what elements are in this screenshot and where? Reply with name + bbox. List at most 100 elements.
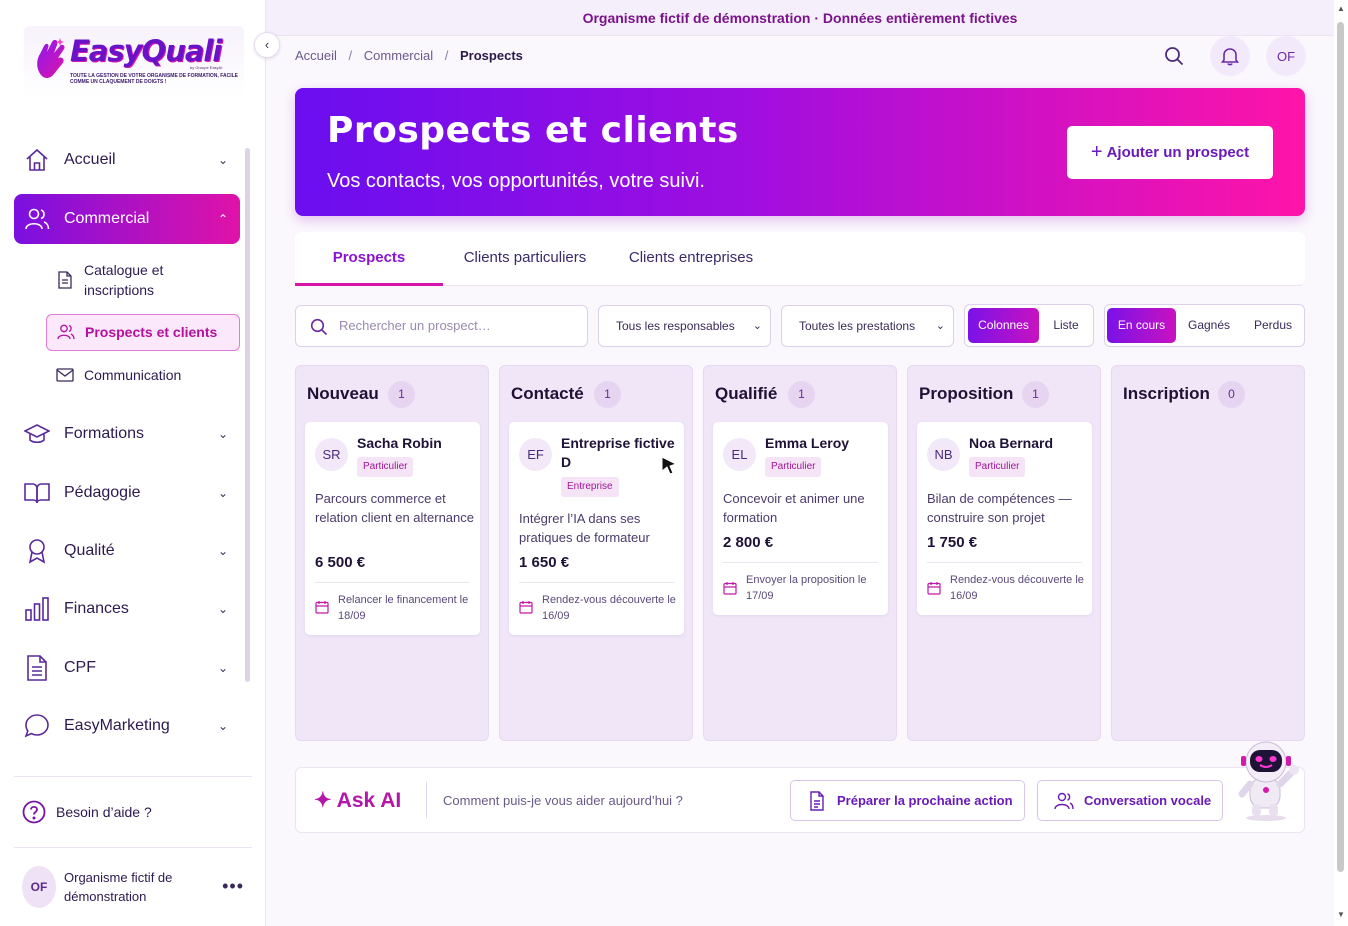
- help-link[interactable]: Besoin d’aide ?: [22, 800, 152, 824]
- sidebar-subitem-catalogue[interactable]: Catalogue et inscriptions: [46, 258, 240, 302]
- hero-banner: Prospects et clients Vos contacts, vos o…: [295, 88, 1305, 216]
- column-count-badge: 0: [1218, 381, 1245, 408]
- sidebar-item-label: CPF: [64, 659, 96, 676]
- prestations-value: Toutes les prestations: [799, 319, 916, 333]
- column-count-badge: 1: [1022, 381, 1049, 408]
- page-title: Prospects et clients: [327, 110, 739, 151]
- chevron-down-icon: ⌄: [935, 320, 945, 332]
- chat-bubble-icon: [24, 714, 49, 738]
- view-liste-button[interactable]: Liste: [1041, 308, 1091, 343]
- sidebar-item-label: Accueil: [64, 151, 116, 168]
- tab-clients-entreprises[interactable]: Clients entreprises: [619, 232, 763, 286]
- sidebar-item-cpf[interactable]: CPF ⌄: [14, 643, 240, 693]
- status-en-cours-button[interactable]: En cours: [1107, 308, 1176, 343]
- logo-hand-icon: [37, 38, 65, 79]
- avatar: OF: [22, 866, 56, 908]
- sidebar-item-pedagogie[interactable]: Pédagogie ⌄: [14, 468, 240, 518]
- voice-conversation-button[interactable]: Conversation vocale: [1037, 780, 1223, 821]
- divider: [519, 582, 674, 583]
- calendar-icon: [723, 582, 737, 595]
- divider: [723, 562, 878, 563]
- status-perdus-button[interactable]: Perdus: [1243, 308, 1303, 343]
- sidebar-scrollbar-thumb[interactable]: [245, 148, 250, 682]
- prospect-card[interactable]: NB Noa Bernard Particulier Bilan de comp…: [917, 422, 1092, 615]
- prospect-description: Parcours commerce et relation client en …: [315, 491, 474, 525]
- divider: [14, 847, 252, 848]
- demo-banner: Organisme fictif de démonstration · Donn…: [266, 0, 1334, 36]
- search-button[interactable]: [1154, 36, 1194, 76]
- breadcrumb-link[interactable]: Accueil: [295, 48, 337, 63]
- sidebar-item-easymarketing[interactable]: EasyMarketing ⌄: [14, 701, 240, 751]
- prepare-next-action-label: Préparer la prochaine action: [837, 793, 1013, 808]
- help-circle-icon: [22, 800, 46, 824]
- sidebar-subitem-communication[interactable]: Communication: [46, 363, 240, 387]
- sidebar-item-label: EasyMarketing: [64, 717, 170, 734]
- avatar: NB: [927, 438, 960, 471]
- tabs: Prospects Clients particuliers Clients e…: [295, 232, 1305, 286]
- prospect-amount: 2 800 €: [723, 534, 774, 551]
- calendar-icon: [519, 601, 533, 614]
- sidebar-subitem-label: Communication: [84, 367, 182, 383]
- prospect-amount: 1 750 €: [927, 534, 978, 551]
- chevron-down-icon: ⌄: [217, 427, 228, 441]
- sidebar-subitem-label: Catalogue et inscriptions: [84, 262, 164, 298]
- tab-prospects[interactable]: Prospects: [295, 232, 443, 286]
- prospect-card[interactable]: EL Emma Leroy Particulier Concevoir et a…: [713, 422, 888, 615]
- sidebar-item-formations[interactable]: Formations ⌄: [14, 409, 240, 459]
- add-prospect-button[interactable]: + Ajouter un prospect: [1067, 126, 1273, 179]
- prospect-name: Sacha Robin: [357, 435, 442, 451]
- kanban-column-inscription: Inscription 0: [1111, 365, 1305, 741]
- mail-icon: [56, 368, 74, 382]
- tab-clients-particuliers[interactable]: Clients particuliers: [455, 232, 595, 286]
- page-subtitle: Vos contacts, vos opportunités, votre su…: [327, 170, 705, 192]
- sidebar-subitem-prospects[interactable]: Prospects et clients: [46, 314, 240, 351]
- user-avatar-button[interactable]: OF: [1266, 36, 1306, 76]
- calendar-icon: [315, 601, 329, 614]
- status-toggle: En cours Gagnés Perdus: [1104, 304, 1305, 347]
- kanban-column-qualifie: Qualifié 1 EL Emma Leroy Particulier Con…: [703, 365, 897, 741]
- ask-ai-input[interactable]: Comment puis-je vous aider aujourd’hui ?: [443, 793, 683, 808]
- view-colonnes-button[interactable]: Colonnes: [968, 308, 1039, 343]
- page-scrollbar[interactable]: ▲ ▼: [1334, 0, 1348, 926]
- breadcrumb-separator: /: [444, 48, 449, 63]
- scroll-up-icon[interactable]: ▲: [1337, 4, 1345, 13]
- collapse-sidebar-button[interactable]: ‹: [254, 32, 280, 58]
- mouse-cursor-icon: [661, 456, 678, 475]
- document-icon: [810, 790, 824, 811]
- more-options-icon[interactable]: •••: [222, 876, 244, 897]
- sidebar-item-finances[interactable]: Finances ⌄: [14, 584, 240, 634]
- prospect-description: Bilan de compétences — construire son pr…: [927, 491, 1072, 525]
- sidebar-item-qualite[interactable]: Qualité ⌄: [14, 526, 240, 576]
- sidebar: EasyQuali by Groupe EasyAI Toute la gest…: [0, 0, 280, 926]
- logo[interactable]: EasyQuali by Groupe EasyAI Toute la gest…: [24, 26, 244, 98]
- sidebar-subitem-label: Prospects et clients: [85, 324, 218, 340]
- chevron-down-icon: ⌄: [217, 602, 228, 616]
- prospect-description: Concevoir et animer une formation: [723, 491, 865, 525]
- responsables-select[interactable]: Tous les responsables ⌄: [598, 305, 771, 347]
- sidebar-item-label: Finances: [64, 600, 129, 617]
- scroll-down-icon[interactable]: ▼: [1337, 910, 1345, 919]
- avatar: EF: [519, 438, 552, 471]
- add-prospect-label: Ajouter un prospect: [1106, 144, 1250, 161]
- status-gagnes-button[interactable]: Gagnés: [1180, 308, 1238, 343]
- sidebar-item-accueil[interactable]: Accueil ⌄: [14, 135, 240, 185]
- prospect-card[interactable]: SR Sacha Robin Particulier Parcours comm…: [305, 422, 480, 635]
- robot-mascot-icon[interactable]: [1228, 738, 1304, 822]
- users-icon: [25, 208, 50, 230]
- next-action: Relancer le financement le 18/09: [338, 594, 469, 622]
- page-scrollbar-thumb[interactable]: [1337, 22, 1344, 872]
- bar-chart-icon: [25, 597, 49, 621]
- graduation-cap-icon: [24, 424, 50, 444]
- search-input[interactable]: Rechercher un prospect…: [295, 305, 588, 347]
- notifications-button[interactable]: [1210, 36, 1250, 76]
- prepare-next-action-button[interactable]: Préparer la prochaine action: [790, 780, 1025, 821]
- breadcrumb-current: Prospects: [460, 48, 523, 63]
- sidebar-item-commercial[interactable]: Commercial ⌃: [14, 194, 240, 244]
- chevron-down-icon: ⌄: [752, 320, 762, 332]
- org-switcher[interactable]: OF Organisme fictif de démonstration •••: [22, 866, 254, 908]
- prospect-card[interactable]: EF Entreprise fictive D Entreprise Intég…: [509, 422, 684, 635]
- prestations-select[interactable]: Toutes les prestations ⌄: [781, 305, 954, 347]
- bell-icon: [1220, 48, 1240, 66]
- sidebar-item-label: Formations: [64, 425, 145, 442]
- breadcrumb-link[interactable]: Commercial: [364, 48, 433, 63]
